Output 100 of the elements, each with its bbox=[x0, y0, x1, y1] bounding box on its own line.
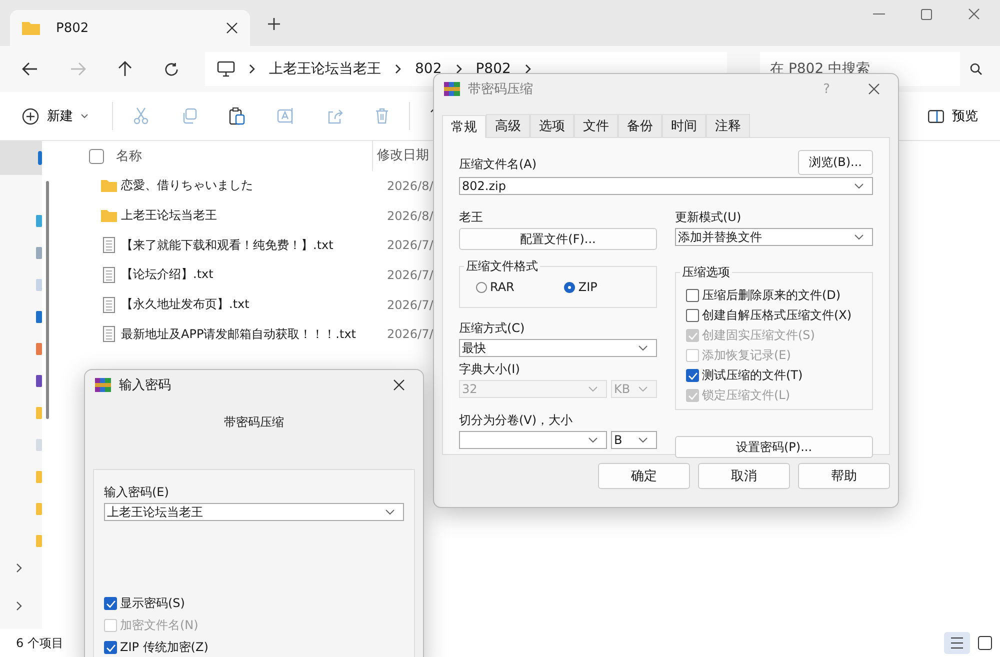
close-icon[interactable] bbox=[393, 379, 405, 391]
archive-name-field[interactable]: 802.zip bbox=[459, 177, 873, 195]
file-name[interactable]: 【论坛介绍】.txt bbox=[121, 266, 383, 284]
clipboard-icon[interactable] bbox=[229, 107, 245, 125]
column-header[interactable]: 名称 bbox=[116, 147, 372, 165]
rename-icon[interactable] bbox=[277, 108, 295, 124]
books-icon bbox=[95, 377, 111, 393]
checkbox-option[interactable]: 压缩后删除原来的文件(D) bbox=[686, 287, 862, 304]
checkbox[interactable] bbox=[104, 597, 117, 610]
chevron-icon[interactable] bbox=[16, 563, 22, 573]
document-icon bbox=[103, 296, 115, 313]
item-count: 6 个项目 bbox=[16, 634, 64, 652]
chevron-icon bbox=[456, 64, 462, 74]
chevron-down-icon bbox=[854, 234, 864, 240]
checkbox-option[interactable]: ZIP 传统加密(Z) bbox=[104, 639, 404, 656]
breadcrumb[interactable]: P802 bbox=[476, 61, 511, 77]
dialog-button[interactable]: 确定 bbox=[598, 463, 690, 489]
radio-option[interactable]: ZIP bbox=[564, 280, 598, 294]
chevron-down-icon bbox=[638, 345, 648, 351]
checkbox-option[interactable]: 显示密码(S) bbox=[104, 595, 404, 612]
folder-icon bbox=[101, 209, 117, 222]
chevron-down-icon bbox=[588, 437, 598, 443]
radio-option[interactable]: RAR bbox=[476, 280, 514, 294]
scissors-icon[interactable] bbox=[133, 107, 149, 125]
chevron-down-icon bbox=[588, 386, 598, 392]
maximize-icon[interactable] bbox=[921, 8, 932, 20]
new-tab-icon[interactable] bbox=[268, 18, 280, 30]
column-header[interactable]: 修改日期 bbox=[372, 141, 429, 171]
chevron-icon[interactable] bbox=[16, 601, 22, 611]
field-label: 更新模式(U) bbox=[675, 209, 742, 226]
checkbox-option[interactable]: 测试压缩的文件(T) bbox=[686, 367, 862, 384]
window-tab[interactable]: P802 bbox=[10, 10, 250, 46]
group-title: 压缩文件格式 bbox=[464, 258, 540, 275]
file-name[interactable]: 【永久地址发布页】.txt bbox=[121, 296, 383, 314]
file-name[interactable]: 最新地址及APP请发邮箱自动获取！！！.txt bbox=[121, 326, 383, 343]
dialog-tab[interactable]: 备份 bbox=[618, 114, 662, 137]
dialog-button[interactable]: 帮助 bbox=[798, 463, 890, 489]
chevron-down-icon bbox=[854, 183, 864, 189]
search-icon[interactable] bbox=[970, 63, 982, 75]
group-title: 压缩选项 bbox=[680, 264, 732, 281]
back-icon[interactable] bbox=[22, 62, 38, 76]
file-date: 2026/7/ bbox=[387, 298, 434, 312]
sidebar-item[interactable] bbox=[0, 141, 42, 175]
plus-icon bbox=[22, 108, 39, 124]
field-label: 压缩文件名(A) bbox=[459, 156, 537, 173]
up-icon[interactable] bbox=[118, 61, 132, 77]
select-all-checkbox[interactable] bbox=[89, 148, 104, 164]
file-date: 2026/7/ bbox=[387, 238, 434, 252]
document-icon bbox=[103, 326, 115, 342]
dialog-tab[interactable]: 注释 bbox=[706, 114, 750, 137]
document-icon bbox=[103, 237, 115, 254]
close-icon[interactable] bbox=[868, 83, 880, 95]
checkbox[interactable] bbox=[686, 369, 699, 382]
dialog-tab[interactable]: 时间 bbox=[662, 114, 706, 137]
field-label: 字典大小(I) bbox=[459, 361, 521, 378]
share-icon[interactable] bbox=[327, 108, 343, 124]
unit-dropdown[interactable]: B bbox=[611, 431, 657, 449]
browse-button[interactable]: 浏览(B)... bbox=[798, 150, 873, 175]
profile-label: 老王 bbox=[459, 209, 484, 226]
new-button[interactable]: 新建 bbox=[18, 103, 92, 129]
checkbox[interactable] bbox=[686, 289, 699, 302]
field-label: 输入密码(E) bbox=[104, 484, 170, 501]
update-mode-dropdown[interactable]: 添加并替换文件 bbox=[675, 228, 873, 246]
dialog-tab[interactable]: 选项 bbox=[530, 114, 574, 137]
forward-icon[interactable] bbox=[70, 62, 86, 76]
set-password-button[interactable]: 设置密码(P)... bbox=[675, 436, 873, 458]
password-field[interactable]: 上老王论坛当老王 bbox=[104, 503, 404, 521]
details-view-icon[interactable] bbox=[944, 632, 970, 654]
breadcrumb[interactable]: 802 bbox=[415, 61, 442, 77]
tiles-view-icon[interactable] bbox=[978, 636, 992, 650]
breadcrumb[interactable]: 上老王论坛当老王 bbox=[269, 60, 381, 78]
minimize-icon[interactable] bbox=[873, 13, 885, 15]
method-dropdown[interactable]: 最快 bbox=[459, 339, 657, 357]
panel-icon bbox=[928, 110, 944, 122]
dialog-tab[interactable]: 文件 bbox=[574, 114, 618, 137]
dialog-heading: 带密码压缩 bbox=[223, 414, 285, 431]
preview-button[interactable]: 预览 bbox=[924, 103, 982, 129]
file-date: 2026/8/ bbox=[387, 178, 434, 193]
books-icon bbox=[444, 81, 460, 97]
dialog-tab[interactable]: 高级 bbox=[486, 114, 530, 137]
field-label: 切分为分卷(V)，大小 bbox=[459, 412, 574, 429]
checkbox[interactable] bbox=[104, 641, 117, 654]
profiles-button[interactable]: 配置文件(F)... bbox=[459, 228, 657, 250]
folder-icon bbox=[22, 21, 40, 35]
copy-icon[interactable] bbox=[181, 108, 197, 124]
folder-icon bbox=[101, 179, 117, 192]
file-name[interactable]: 上老王论坛当老王 bbox=[121, 207, 383, 224]
volume-size-dropdown[interactable] bbox=[459, 431, 607, 449]
file-date: 2026/8/ bbox=[387, 208, 434, 223]
dialog-tab[interactable]: 常规 bbox=[442, 115, 486, 138]
checkbox[interactable] bbox=[686, 309, 699, 322]
refresh-icon[interactable] bbox=[164, 62, 179, 76]
file-name[interactable]: 【来了就能下载和观看！纯免费！】.txt bbox=[121, 236, 383, 254]
checkbox-option[interactable]: 创建自解压格式压缩文件(X) bbox=[686, 307, 862, 324]
dialog-button[interactable]: 取消 bbox=[698, 463, 790, 489]
close-icon[interactable] bbox=[226, 22, 238, 34]
trash-icon[interactable] bbox=[375, 108, 389, 124]
file-name[interactable]: 恋愛、借りちゃいました bbox=[121, 177, 383, 194]
chevron-down-icon bbox=[385, 509, 395, 515]
scrollbar[interactable] bbox=[46, 181, 49, 419]
